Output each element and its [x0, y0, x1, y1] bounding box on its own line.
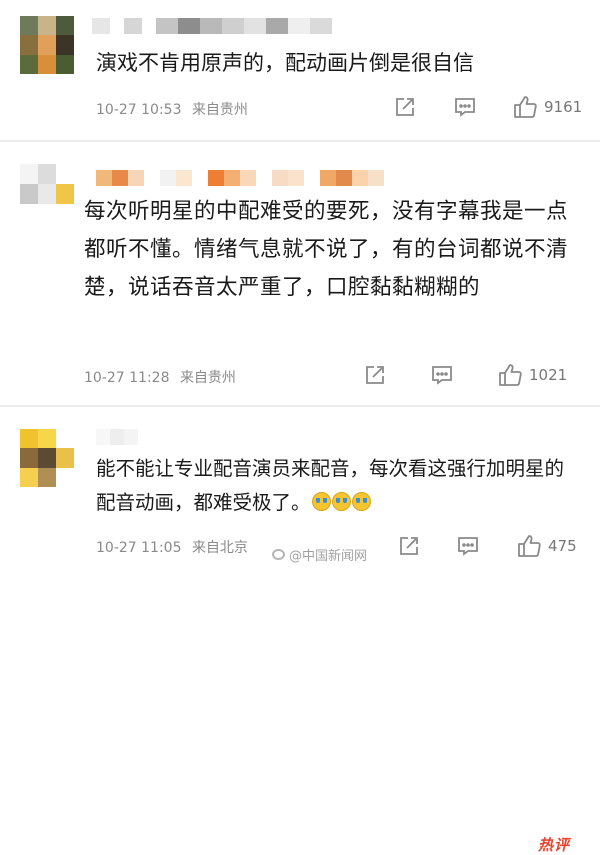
crying-face-emoji	[311, 492, 331, 511]
comment-icon	[432, 366, 452, 385]
comment-text: 每次听明星的中配难受的要死，没有字幕我是一点都听不懂。情绪气息就不说了，有的台词…	[84, 199, 569, 300]
like-count: 475	[548, 537, 577, 555]
watermark: @中国新闻网	[272, 545, 367, 564]
like-button[interactable]: 1021	[497, 362, 567, 388]
like-count: 9161	[544, 98, 583, 116]
comment-meta: 10-27 11:28 来自贵州	[84, 367, 236, 387]
like-button[interactable]: 9161	[512, 94, 582, 120]
username[interactable]	[96, 429, 138, 445]
crying-face-emoji	[331, 492, 351, 511]
comment-text: 演戏不肯用原声的，配动画片倒是很自信	[96, 51, 474, 75]
hot-comment-badge: 热评	[538, 836, 571, 854]
like-button[interactable]: 475	[516, 533, 577, 559]
thumbs-up-icon	[499, 364, 522, 386]
watermark-text: @中国新闻网	[289, 549, 368, 564]
like-count: 1021	[529, 366, 568, 384]
comment-button[interactable]	[456, 535, 480, 557]
avatar[interactable]	[20, 429, 74, 487]
comment-meta: 10-27 10:53 来自贵州	[96, 99, 248, 119]
comment-location: 来自贵州	[191, 102, 248, 118]
comment-card: 热评 能不能让专业配音演员来配音，每次看这强行加明星的配音动画，都难受极了。 1…	[0, 407, 600, 854]
comment-time: 10-27 10:53	[96, 102, 182, 118]
comment-text: 能不能让专业配音演员来配音，每次看这强行加明星的配音动画，都难受极了。	[96, 452, 576, 520]
avatar[interactable]	[20, 16, 74, 74]
username[interactable]	[92, 18, 332, 34]
repost-button[interactable]	[398, 535, 420, 557]
repost-button[interactable]	[364, 364, 386, 386]
avatar[interactable]	[20, 164, 74, 204]
comment-time: 10-27 11:28	[84, 370, 170, 386]
comment-card: 每次听明星的中配难受的要死，没有字幕我是一点都听不懂。情绪气息就不说了，有的台词…	[0, 142, 600, 404]
crying-face-emoji	[351, 492, 371, 511]
comment-meta: 10-27 11:05 来自北京	[96, 537, 248, 557]
thumbs-up-icon	[518, 535, 541, 557]
weibo-logo-icon	[272, 549, 285, 560]
repost-icon	[366, 366, 384, 384]
repost-button[interactable]	[394, 96, 416, 118]
username[interactable]	[96, 170, 384, 186]
comment-button[interactable]	[453, 96, 477, 118]
comment-icon	[458, 537, 478, 556]
comment-icon	[455, 98, 475, 117]
comment-button[interactable]	[430, 364, 454, 386]
thumbs-up-icon	[514, 96, 537, 118]
comment-time: 10-27 11:05	[96, 540, 182, 556]
comment-location: 来自北京	[191, 540, 248, 556]
comment-location: 来自贵州	[179, 370, 236, 386]
repost-icon	[400, 537, 418, 555]
repost-icon	[396, 98, 414, 116]
comment-card: 演戏不肯用原声的，配动画片倒是很自信 10-27 10:53 来自贵州 9161	[0, 0, 600, 132]
